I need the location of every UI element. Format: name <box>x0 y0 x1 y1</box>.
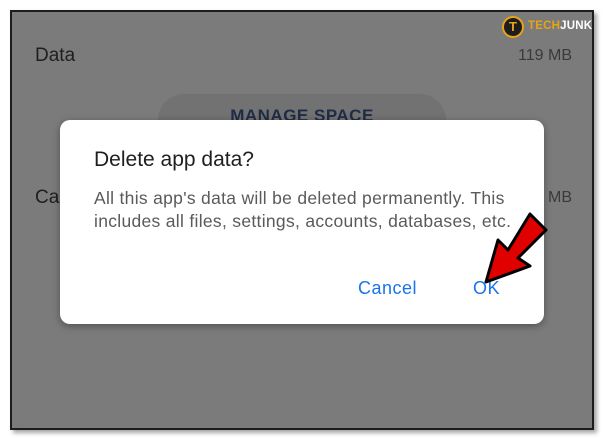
techjunkie-logo-text: TECHJUNKIE <box>528 20 593 32</box>
data-row-label: Data <box>35 45 76 66</box>
screenshot-frame: Data 119 MB MANAGE SPACE Ca MB Delete ap… <box>10 10 594 430</box>
data-row-value: 119 MB <box>518 47 572 64</box>
logo-text-prefix: TECH <box>528 20 561 32</box>
techjunkie-logo-icon: T <box>502 16 524 38</box>
cancel-button[interactable]: Cancel <box>358 278 417 299</box>
dialog-message: All this app's data will be deleted perm… <box>94 188 512 231</box>
techjunkie-logo: T TECHJUNKIE <box>498 14 593 40</box>
cache-row-label: Ca <box>35 187 60 208</box>
cache-row-value: MB <box>548 189 572 206</box>
dialog-title: Delete app data? <box>94 148 254 171</box>
red-arrow-pointer-icon <box>484 212 548 284</box>
delete-app-data-dialog: Delete app data? All this app's data wil… <box>60 120 544 324</box>
logo-text-suffix: JUNKIE <box>560 20 593 32</box>
